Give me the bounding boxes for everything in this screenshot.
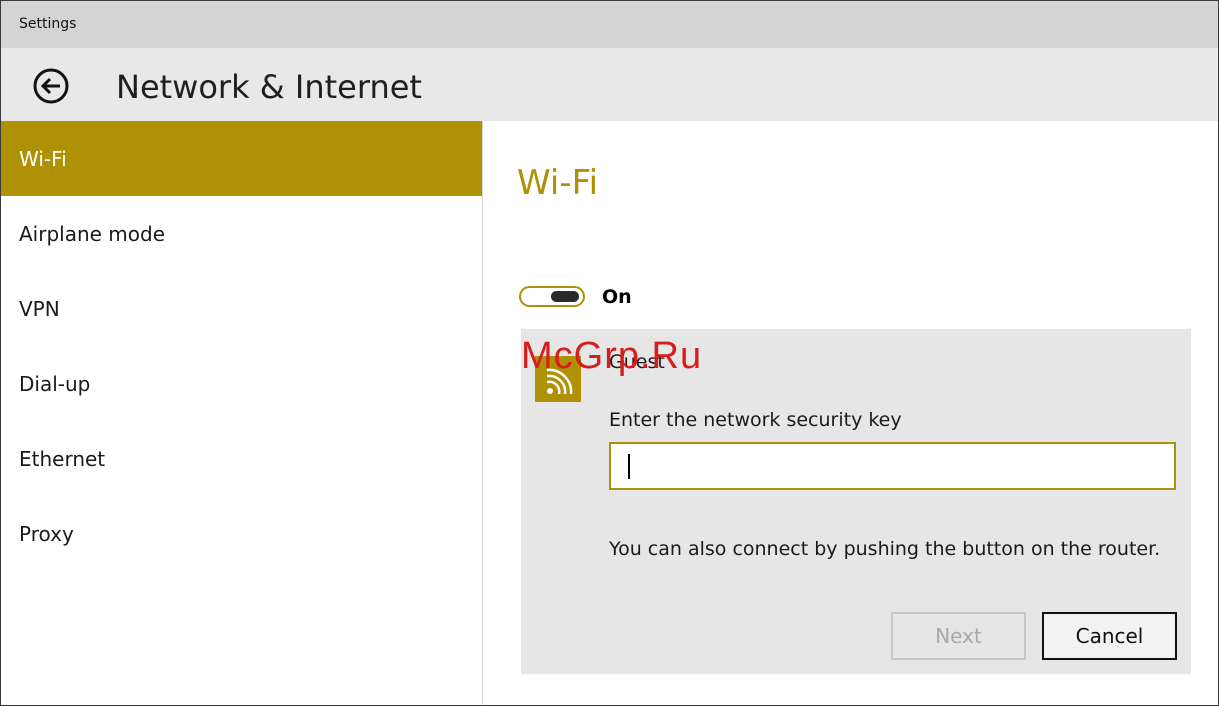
sidebar-item-dial-up[interactable]: Dial-up xyxy=(1,346,482,421)
router-hint: You can also connect by pushing the butt… xyxy=(609,538,1161,560)
sidebar-item-wifi[interactable]: Wi-Fi xyxy=(1,121,482,196)
settings-window: Settings Network & Internet Wi-Fi Airpla… xyxy=(0,0,1219,706)
watermark: McGrp.Ru xyxy=(521,335,703,377)
page-header: Network & Internet xyxy=(1,48,1218,121)
sidebar-item-label: Proxy xyxy=(19,522,74,546)
back-arrow-icon xyxy=(33,68,69,104)
title-bar: Settings xyxy=(1,1,1218,48)
wifi-toggle-label: On xyxy=(602,286,632,308)
window-title: Settings xyxy=(19,16,77,32)
sidebar-item-label: VPN xyxy=(19,297,60,321)
sidebar-item-label: Airplane mode xyxy=(19,222,166,246)
sidebar-item-airplane-mode[interactable]: Airplane mode xyxy=(1,196,482,271)
wifi-toggle[interactable] xyxy=(519,286,585,307)
sidebar-item-label: Wi-Fi xyxy=(19,147,67,171)
sidebar: Wi-Fi Airplane mode VPN Dial-up Ethernet… xyxy=(1,121,482,705)
section-title: Wi-Fi xyxy=(517,163,599,203)
sidebar-item-proxy[interactable]: Proxy xyxy=(1,496,482,571)
network-card: Guest McGrp.Ru Enter the network securit… xyxy=(521,329,1191,674)
toggle-knob xyxy=(551,291,579,302)
sidebar-item-label: Ethernet xyxy=(19,447,106,471)
security-key-label: Enter the network security key xyxy=(609,409,902,431)
sidebar-item-label: Dial-up xyxy=(19,372,91,396)
page-title: Network & Internet xyxy=(116,68,422,106)
security-key-input[interactable] xyxy=(609,442,1176,490)
next-button[interactable]: Next xyxy=(891,612,1026,660)
sidebar-item-ethernet[interactable]: Ethernet xyxy=(1,421,482,496)
sidebar-item-vpn[interactable]: VPN xyxy=(1,271,482,346)
cancel-button[interactable]: Cancel xyxy=(1042,612,1177,660)
text-caret xyxy=(628,454,630,479)
main-content: Wi-Fi On Guest McGrp.Ru Enter the networ… xyxy=(483,121,1218,705)
back-button[interactable] xyxy=(33,68,69,104)
